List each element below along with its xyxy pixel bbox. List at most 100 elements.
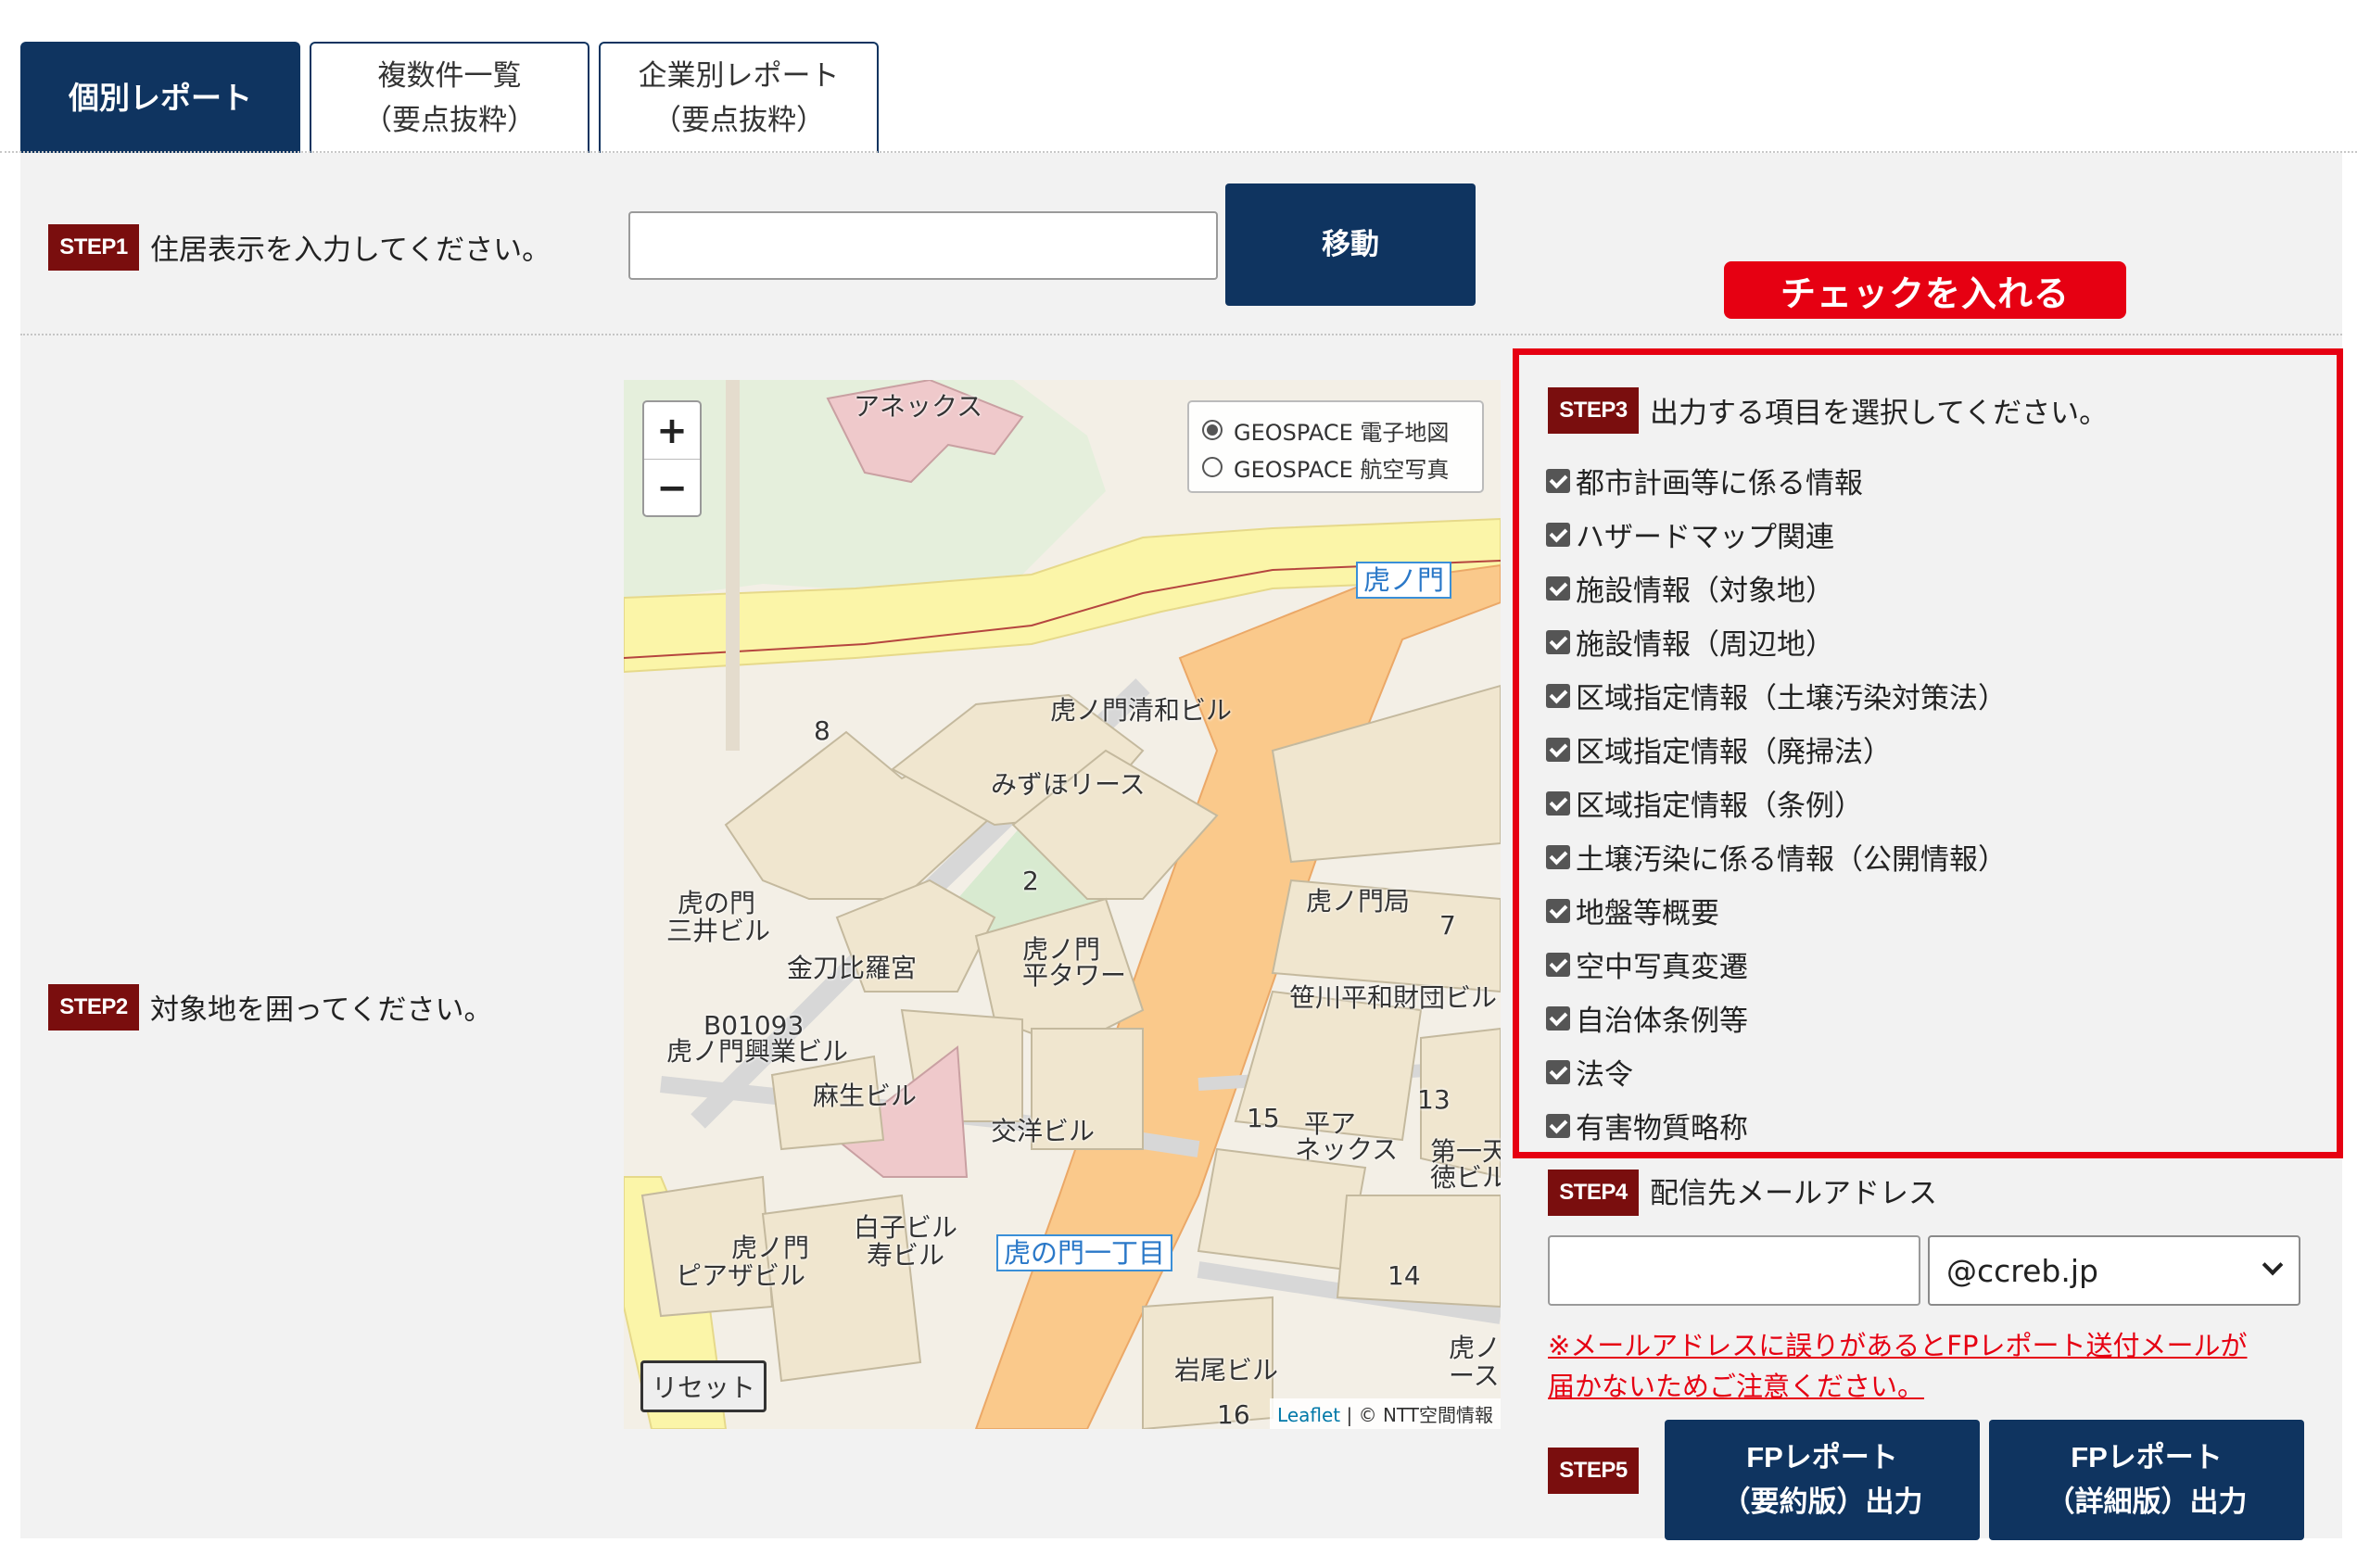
radio-selected-icon[interactable] xyxy=(1202,420,1223,440)
step4-instruction: 配信先メールアドレス xyxy=(1650,1177,1937,1210)
checkbox-checked-icon[interactable] xyxy=(1546,1005,1570,1031)
leaflet-link[interactable]: Leaflet xyxy=(1277,1404,1340,1426)
map-label: 虎ノ門清和ビル xyxy=(1050,695,1233,726)
checkbox-item[interactable]: 区域指定情報（廃掃法） xyxy=(1546,728,1892,770)
address-input[interactable] xyxy=(628,211,1218,280)
checkbox-item[interactable]: 自治体条例等 xyxy=(1546,997,1748,1039)
checkbox-label: 区域指定情報（条例） xyxy=(1576,790,1863,823)
checkbox-checked-icon[interactable] xyxy=(1546,1113,1570,1138)
checkbox-checked-icon[interactable] xyxy=(1546,737,1570,762)
map-label: ピアザビル xyxy=(676,1260,806,1291)
checkbox-checked-icon[interactable] xyxy=(1546,629,1570,654)
checkbox-label: ハザードマップ関連 xyxy=(1576,521,1834,554)
step4-badge: STEP4 xyxy=(1548,1170,1639,1216)
layer-option-label: GEOSPACE 航空写真 xyxy=(1234,456,1450,483)
zoom-in-button[interactable]: + xyxy=(644,402,700,460)
map-label: 7 xyxy=(1439,910,1456,941)
map-label: 三井ビル xyxy=(666,916,771,946)
map-label: 8 xyxy=(814,715,830,746)
map-label: 岩尾ビル xyxy=(1174,1355,1279,1385)
checkbox-item[interactable]: 空中写真変遷 xyxy=(1546,943,1748,985)
email-notice: ※メールアドレスに誤りがあるとFPレポート送付メールが 届かないためご注意くださ… xyxy=(1548,1325,2289,1407)
checkbox-label: 都市計画等に係る情報 xyxy=(1576,467,1863,500)
map-label: 笹川平和財団ビル xyxy=(1289,982,1498,1013)
tab-sublabel: （要点抜粋） xyxy=(653,104,825,137)
check-callout: チェックを入れる xyxy=(1724,261,2126,319)
checkbox-checked-icon[interactable] xyxy=(1546,952,1570,977)
checkbox-label: 法令 xyxy=(1576,1058,1633,1092)
chevron-down-icon xyxy=(2262,1254,2284,1276)
tab-company-report[interactable]: 企業別レポート （要点抜粋） xyxy=(599,42,879,153)
tab-individual-report[interactable]: 個別レポート xyxy=(20,42,300,153)
layer-control: GEOSPACE 電子地図 GEOSPACE 航空写真 xyxy=(1187,400,1484,493)
checkbox-item[interactable]: 土壌汚染に係る情報（公開情報） xyxy=(1546,836,2007,878)
checkbox-item[interactable]: 法令 xyxy=(1546,1051,1633,1093)
checkbox-item[interactable]: ハザードマップ関連 xyxy=(1546,513,1834,555)
checkbox-checked-icon[interactable] xyxy=(1546,683,1570,708)
map-label: 16 xyxy=(1217,1399,1250,1429)
station-label-toranomon-itchome: 虎の門一丁目 xyxy=(996,1234,1173,1271)
layer-option-map[interactable]: GEOSPACE 電子地図 xyxy=(1202,411,1469,449)
map-view[interactable]: アネックス 虎ノ門 虎ノ門清和ビル みずほリース 8 2 虎の門 三井ビル 金刀… xyxy=(624,380,1501,1429)
fp-report-detail-button[interactable]: FPレポート （詳細版）出力 xyxy=(1989,1420,2304,1540)
map-label: みずほリース xyxy=(991,769,1146,800)
layer-option-aerial[interactable]: GEOSPACE 航空写真 xyxy=(1202,449,1469,486)
map-label: 虎ノ門 xyxy=(731,1233,810,1263)
checkbox-checked-icon[interactable] xyxy=(1546,522,1570,547)
zoom-out-button[interactable]: − xyxy=(644,460,700,517)
checkbox-checked-icon[interactable] xyxy=(1546,575,1570,601)
map-label: 13 xyxy=(1417,1084,1451,1115)
map-label: 平タワー xyxy=(1022,960,1127,991)
tab-label: 企業別レポート xyxy=(638,59,840,93)
map-label: 金刀比羅宮 xyxy=(787,953,918,983)
map-label: 麻生ビル xyxy=(813,1081,918,1111)
checkbox-checked-icon[interactable] xyxy=(1546,898,1570,923)
fp-report-summary-button[interactable]: FPレポート （要約版）出力 xyxy=(1665,1420,1980,1540)
move-button[interactable]: 移動 xyxy=(1225,183,1476,306)
checkbox-item[interactable]: 施設情報（周辺地） xyxy=(1546,621,1834,663)
checkbox-label: 自治体条例等 xyxy=(1576,1005,1748,1038)
checkbox-label: 区域指定情報（廃掃法） xyxy=(1576,736,1892,769)
step1-badge: STEP1 xyxy=(48,224,139,271)
map-label: 交洋ビル xyxy=(991,1116,1096,1146)
map-attribution: Leaflet | © NTT空間情報 xyxy=(1270,1398,1501,1429)
layer-option-label: GEOSPACE 電子地図 xyxy=(1234,419,1450,446)
radio-icon[interactable] xyxy=(1202,457,1223,477)
checkbox-item[interactable]: 区域指定情報（土壌汚染対策法） xyxy=(1546,675,2007,716)
checkbox-item[interactable]: 地盤等概要 xyxy=(1546,890,1719,931)
station-label-toranomon: 虎ノ門 xyxy=(1356,562,1452,599)
step-divider xyxy=(20,334,2342,335)
email-domain-select[interactable]: @ccreb.jp xyxy=(1928,1235,2300,1306)
map-label: 15 xyxy=(1247,1103,1280,1133)
map-label: 2 xyxy=(1022,866,1039,896)
checkbox-item[interactable]: 施設情報（対象地） xyxy=(1546,567,1834,609)
checkbox-label: 施設情報（対象地） xyxy=(1576,575,1834,608)
checkbox-checked-icon[interactable] xyxy=(1546,844,1570,869)
checkbox-label: 区域指定情報（土壌汚染対策法） xyxy=(1576,682,2007,715)
map-label: ースト xyxy=(1449,1360,1501,1391)
email-local-input[interactable] xyxy=(1548,1235,1920,1306)
reset-button[interactable]: リセット xyxy=(640,1360,767,1412)
step1-instruction: 住居表示を入力してください。 xyxy=(150,234,551,267)
map-label: 白子ビル xyxy=(854,1212,958,1243)
checkbox-label: 施設情報（周辺地） xyxy=(1576,628,1834,662)
map-label: 徳ビル xyxy=(1430,1162,1501,1193)
checkbox-label: 土壌汚染に係る情報（公開情報） xyxy=(1576,843,2007,877)
map-label: アネックス xyxy=(854,391,983,422)
tab-divider xyxy=(0,151,2357,153)
checkbox-item[interactable]: 有害物質略称 xyxy=(1546,1105,1748,1146)
map-label: ネックス xyxy=(1295,1134,1399,1165)
map-label: 虎ノ門局 xyxy=(1306,886,1411,917)
checkbox-label: 地盤等概要 xyxy=(1576,897,1719,930)
tab-multiple-list[interactable]: 複数件一覧 （要点抜粋） xyxy=(310,42,589,153)
checkbox-checked-icon[interactable] xyxy=(1546,1059,1570,1084)
checkbox-checked-icon[interactable] xyxy=(1546,790,1570,816)
map-label: 虎ノ xyxy=(1449,1333,1501,1363)
map-label: 14 xyxy=(1388,1260,1421,1291)
checkbox-item[interactable]: 区域指定情報（条例） xyxy=(1546,782,1863,824)
report-tabs: 個別レポート 複数件一覧 （要点抜粋） 企業別レポート （要点抜粋） xyxy=(20,42,2338,153)
checkbox-checked-icon[interactable] xyxy=(1546,468,1570,493)
tab-label: 個別レポート xyxy=(69,80,252,116)
checkbox-item[interactable]: 都市計画等に係る情報 xyxy=(1546,460,1863,501)
checkbox-label: 有害物質略称 xyxy=(1576,1112,1748,1145)
